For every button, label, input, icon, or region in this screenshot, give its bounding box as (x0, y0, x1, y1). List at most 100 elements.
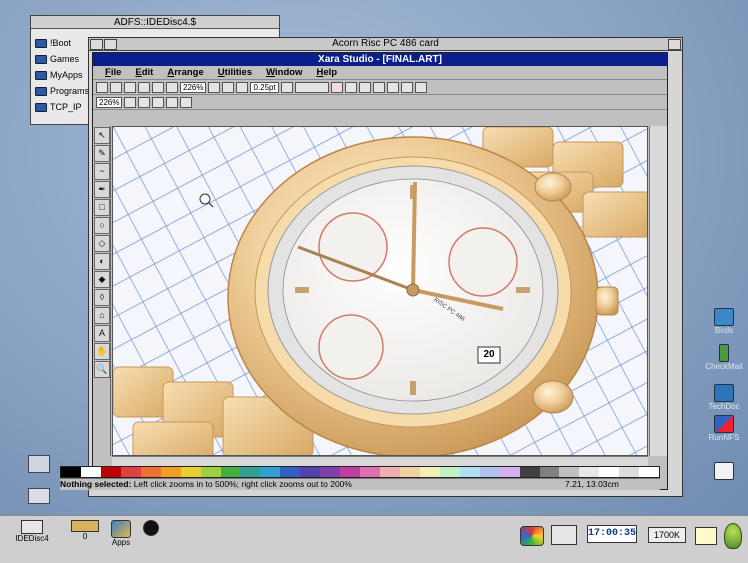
main-toolbar: 226% 0.25pt (93, 80, 667, 95)
folder-icon (714, 384, 734, 402)
folder-icon (714, 308, 734, 326)
desktop-icon-runnfs[interactable]: RunNFS (700, 415, 748, 442)
xara-window[interactable]: Xara Studio - [FINAL.ART] File Edit Arra… (60, 52, 668, 490)
zoom-tool-icon[interactable] (152, 96, 165, 108)
back-button[interactable] (90, 39, 103, 50)
palette-icon[interactable] (520, 526, 544, 546)
ellipse-tool-icon[interactable]: ○ (94, 217, 110, 234)
paste-icon[interactable] (166, 81, 178, 93)
freehand-tool-icon[interactable]: ~ (94, 163, 110, 180)
status-hint: Left click zooms in to 500%; right click… (133, 479, 352, 489)
filer-item[interactable]: TCP_IP (35, 100, 82, 114)
network-icon (714, 415, 734, 433)
filer-item[interactable]: Programs (35, 84, 89, 98)
desktop-icon-birds[interactable]: Birds (700, 308, 748, 335)
apps-icon (111, 520, 131, 538)
pc-card-title[interactable]: Acorn Risc PC 486 card (89, 38, 682, 51)
tool-e-icon[interactable] (400, 81, 413, 93)
transparency-tool-icon[interactable]: ◊ (94, 289, 110, 306)
zoom-out-icon[interactable] (236, 81, 249, 93)
folder-icon (35, 86, 47, 96)
menu-utilities[interactable]: Utilities (218, 67, 252, 78)
zoom-toolbar: 226% (93, 95, 667, 110)
bomb-icon (143, 520, 159, 536)
open-icon[interactable] (110, 81, 122, 93)
horizontal-scrollbar[interactable] (112, 456, 648, 466)
folder-icon (35, 38, 47, 48)
mould-tool-icon[interactable]: ⌂ (94, 307, 110, 324)
zoom-in-icon[interactable] (138, 96, 151, 108)
status-bar: Nothing selected: Left click zooms in to… (60, 478, 660, 490)
desktop-icon-techdoc[interactable]: TechDoc (700, 384, 748, 411)
colour-palette[interactable] (60, 466, 660, 478)
zoom-field[interactable]: 226% (180, 81, 207, 93)
iconbar-apps[interactable]: Apps (106, 520, 136, 547)
iconbar-bomb[interactable] (140, 520, 162, 536)
menu-help[interactable]: Help (316, 67, 337, 78)
copy-icon[interactable] (152, 81, 164, 93)
folder-icon (35, 102, 47, 112)
zoom-fit-icon[interactable] (166, 96, 179, 108)
bezier-tool-icon[interactable]: ✎ (94, 145, 110, 162)
notepad-icon[interactable] (695, 527, 717, 545)
iconbar-drive[interactable]: IDEDisc4 (10, 520, 54, 543)
zoom-field-2[interactable]: 226% (96, 96, 123, 108)
pen-tool-icon[interactable]: ✒ (94, 181, 110, 198)
menu-edit[interactable]: Edit (135, 67, 153, 78)
printer-icon[interactable] (551, 525, 577, 545)
blend-tool-icon[interactable]: ◐ (94, 253, 110, 270)
toolbox: ↖ ✎ ~ ✒ □ ○ ◇ ◐ ◆ ◊ ⌂ A ✋ 🔍 (93, 126, 111, 456)
menu-arrange[interactable]: Arrange (167, 67, 203, 78)
zoom-dropdown-icon[interactable] (208, 81, 221, 93)
menu-window[interactable]: Window (266, 67, 302, 78)
menu-file[interactable]: File (105, 67, 121, 78)
desktop-icon-book[interactable] (700, 462, 748, 480)
book-icon (714, 462, 734, 480)
zoom-tool-icon[interactable] (222, 81, 235, 93)
tool-a-icon[interactable] (344, 81, 357, 93)
zoom-tool-icon[interactable]: 🔍 (94, 361, 110, 378)
toggle-size-button[interactable] (668, 39, 681, 50)
close-button[interactable] (104, 39, 117, 50)
desktop-icon-checkmail[interactable]: CheckMail (700, 344, 748, 371)
desktop: Birds CheckMail TechDoc RunNFS ADFS::IDE… (0, 0, 748, 515)
icon-bar: IDEDisc4 0 Apps 17:00:35 1700K (0, 515, 748, 563)
status-coordinates: 7.21, 13.03cm (565, 479, 619, 489)
tool-d-icon[interactable] (386, 81, 399, 93)
push-tool-icon[interactable]: ✋ (94, 343, 110, 360)
cut-icon[interactable] (138, 81, 150, 93)
filer-item[interactable]: Games (35, 52, 79, 66)
arrow-icon[interactable] (330, 81, 343, 93)
folder-icon (35, 54, 47, 64)
text-tool-icon[interactable]: A (94, 325, 110, 342)
status-selection: Nothing selected: (60, 479, 132, 489)
rectangle-tool-icon[interactable]: □ (94, 199, 110, 216)
printer-icon[interactable] (28, 455, 50, 473)
zoom-dropdown-icon[interactable] (124, 96, 137, 108)
fill-tool-icon[interactable]: ◆ (94, 271, 110, 288)
line-width-dropdown-icon[interactable] (280, 81, 293, 93)
tool-c-icon[interactable] (372, 81, 385, 93)
filer-title[interactable]: ADFS::IDEDisc4.$ (31, 16, 279, 29)
vertical-scrollbar[interactable] (649, 126, 667, 456)
new-icon[interactable] (96, 81, 108, 93)
line-style-field[interactable] (294, 81, 329, 93)
filer-item[interactable]: MyApps (35, 68, 83, 82)
folder-icon (35, 70, 47, 80)
clock[interactable]: 17:00:35 (587, 525, 637, 543)
shape-tool-icon[interactable]: ◇ (94, 235, 110, 252)
zoom-page-icon[interactable] (180, 96, 193, 108)
filer-item[interactable]: !Boot (35, 36, 71, 50)
xara-title[interactable]: Xara Studio - [FINAL.ART] (93, 53, 667, 66)
selector-tool-icon[interactable]: ↖ (94, 127, 110, 144)
tool-f-icon[interactable] (414, 81, 427, 93)
menu-bar: File Edit Arrange Utilities Window Help (93, 66, 667, 80)
drawing-canvas[interactable]: 20 RISC PC 486 (112, 126, 648, 456)
acorn-icon[interactable] (724, 523, 742, 549)
tool-b-icon[interactable] (358, 81, 371, 93)
drive-icon[interactable] (28, 488, 50, 504)
line-width-field[interactable]: 0.25pt (250, 81, 279, 93)
iconbar-ram[interactable]: 0 (65, 520, 105, 541)
save-icon[interactable] (124, 81, 136, 93)
memory-indicator[interactable]: 1700K (648, 527, 686, 543)
